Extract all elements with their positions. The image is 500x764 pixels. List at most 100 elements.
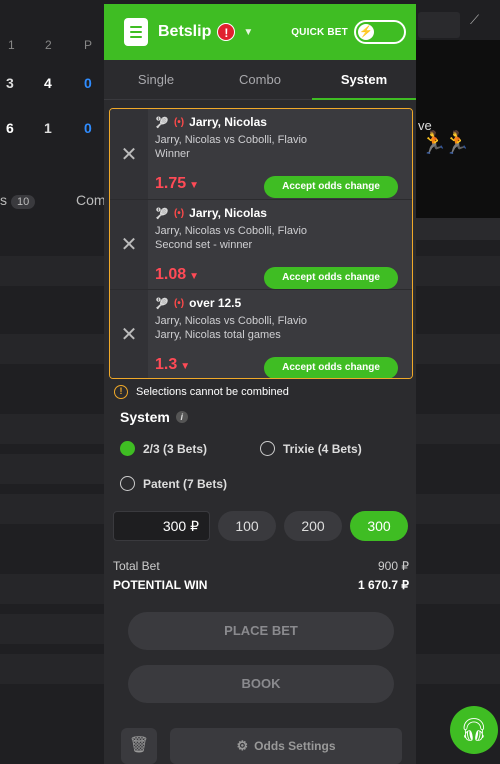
accept-odds-button[interactable]: Accept odds change [264, 176, 398, 198]
odds-settings-button[interactable]: ⚙ Odds Settings [170, 728, 402, 764]
quick-stake-200[interactable]: 200 [284, 511, 342, 541]
potential-win-label: POTENTIAL WIN [113, 578, 208, 592]
bg-row [412, 654, 500, 684]
bg-tab-count: 10 [11, 195, 36, 209]
bg-row [0, 256, 104, 286]
gear-icon: ⚙ [236, 738, 249, 753]
selection-odds: 1.08 ▼ [155, 266, 199, 284]
tab-single[interactable]: Single [104, 60, 208, 99]
system-option-patent[interactable]: Patent (7 Bets) [120, 476, 227, 491]
bg-row [0, 334, 104, 364]
tab-combo[interactable]: Combo [208, 60, 312, 99]
selection-title: Jarry, Nicolas [189, 206, 267, 220]
accept-odds-button[interactable]: Accept odds change [264, 267, 398, 289]
selection-match: Jarry, Nicolas vs Cobolli, Flavio [155, 134, 308, 146]
bg-row [0, 454, 104, 484]
selection-match: Jarry, Nicolas vs Cobolli, Flavio [155, 225, 308, 237]
quick-stake-100[interactable]: 100 [218, 511, 276, 541]
bg-row [0, 414, 104, 444]
bg-score: 3 [6, 75, 14, 91]
info-icon[interactable]: i [175, 411, 188, 423]
odds-value: 1.75 [155, 175, 187, 192]
accept-odds-button[interactable]: Accept odds change [264, 357, 398, 378]
betslip-icon [124, 18, 148, 46]
bg-col-2: 2 [45, 38, 52, 52]
tennis-icon: 🎾︎ [155, 297, 169, 310]
stream-figures-icon: 🏃🏃 [420, 130, 471, 155]
selection-item: ✕ 🎾︎ (•) Jarry, Nicolas Jarry, Nicolas v… [110, 199, 412, 289]
system-heading: System i [120, 409, 188, 425]
bg-divider [412, 218, 500, 240]
bg-search-box[interactable] [418, 12, 460, 38]
potential-win-row: POTENTIAL WIN 1 670.7 ₽ [113, 578, 409, 592]
bg-col-p: P [84, 38, 93, 52]
support-headset-button[interactable]: 🎧︎ [450, 706, 498, 754]
book-button[interactable]: BOOK [128, 665, 394, 703]
bg-score: 0 [84, 75, 92, 91]
remove-selection-button[interactable]: ✕ [110, 290, 148, 378]
selection-market: Jarry, Nicolas total games [155, 329, 281, 341]
bg-row [412, 256, 500, 286]
tab-system[interactable]: System [312, 60, 416, 100]
system-option-trixie[interactable]: Trixie (4 Bets) [260, 441, 362, 456]
betslip-header: Betslip ! ▼ QUICK BET ⚡ [104, 4, 416, 60]
bg-tab-left-label: s [0, 192, 7, 208]
lightning-icon: ⚡ [358, 24, 374, 40]
stake-input[interactable]: 300 ₽ [113, 511, 210, 541]
selection-title: Jarry, Nicolas [189, 115, 267, 129]
radio-selected-icon [120, 441, 135, 456]
remove-selection-button[interactable]: ✕ [110, 109, 148, 199]
bg-row [412, 334, 500, 364]
bg-row [412, 574, 500, 604]
place-bet-button[interactable]: PLACE BET [128, 612, 394, 650]
system-option-label: Patent (7 Bets) [143, 476, 228, 491]
bg-row [0, 614, 104, 644]
bg-score: 0 [84, 120, 92, 136]
selections-list: ✕ 🎾︎ (•) Jarry, Nicolas Jarry, Nicolas v… [109, 108, 413, 379]
clear-betslip-button[interactable]: 🗑︎ [121, 728, 157, 764]
combine-warning: ! Selections cannot be combined [114, 385, 289, 399]
odds-down-icon: ▼ [180, 361, 191, 372]
betslip-panel: Betslip ! ▼ QUICK BET ⚡ Single Combo Sys… [104, 4, 416, 764]
selection-market: Winner [155, 148, 190, 160]
selection-match: Jarry, Nicolas vs Cobolli, Flavio [155, 315, 308, 327]
total-bet-label: Total Bet [113, 559, 160, 573]
system-option-label: Trixie (4 Bets) [283, 441, 362, 456]
bet-type-tabs: Single Combo System [104, 60, 416, 100]
bg-tab-right[interactable]: Com [76, 192, 106, 208]
odds-down-icon: ▼ [189, 180, 200, 191]
bg-row [0, 574, 104, 604]
selection-market: Second set - winner [155, 239, 253, 251]
bg-score: 1 [44, 120, 52, 136]
bg-col-1: 1 [8, 38, 15, 52]
potential-win-value: 1 670.7 ₽ [357, 578, 409, 592]
betslip-title[interactable]: Betslip [158, 23, 211, 41]
bg-score: 6 [6, 120, 14, 136]
chevron-down-icon[interactable]: ▼ [243, 27, 253, 38]
selection-title: over 12.5 [189, 296, 242, 310]
bg-tab-left[interactable]: s 10 [0, 192, 36, 209]
odds-value: 1.08 [155, 266, 187, 283]
selection-odds: 1.75 ▼ [155, 175, 199, 193]
bg-row [0, 654, 104, 684]
selection-odds: 1.3 ▼ [155, 356, 190, 374]
bg-row [0, 494, 104, 524]
system-option-label: 2/3 (3 Bets) [143, 441, 208, 456]
quick-bet-label: QUICK BET [291, 26, 348, 38]
chart-icon[interactable]: ⟋ [470, 12, 479, 28]
odds-down-icon: ▼ [189, 271, 200, 282]
radio-empty-icon [120, 476, 135, 491]
headset-icon: 🎧︎ [460, 717, 488, 742]
remove-selection-button[interactable]: ✕ [110, 200, 148, 289]
system-option-2of3[interactable]: 2/3 (3 Bets) [120, 441, 207, 456]
live-icon: (•) [173, 116, 185, 128]
total-bet-row: Total Bet 900 ₽ [113, 559, 409, 573]
total-bet-value: 900 ₽ [378, 559, 409, 573]
quick-stake-300[interactable]: 300 [350, 511, 408, 541]
tennis-icon: 🎾︎ [155, 207, 169, 220]
warning-icon: ! [114, 385, 128, 399]
alert-icon: ! [217, 23, 236, 41]
quick-bet-toggle[interactable]: ⚡ [354, 20, 406, 44]
odds-settings-label: Odds Settings [254, 739, 336, 753]
live-icon: (•) [173, 297, 185, 309]
